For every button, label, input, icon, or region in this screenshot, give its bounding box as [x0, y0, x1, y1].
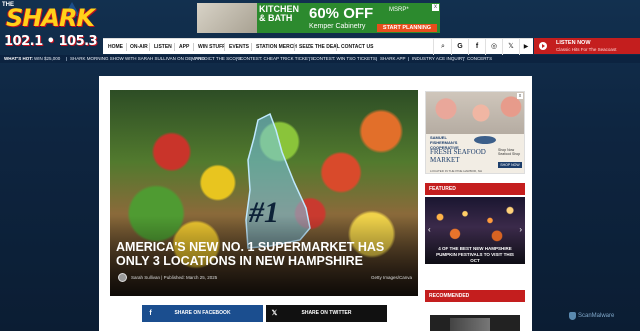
nav-events[interactable]: EVENTS [229, 39, 249, 55]
article-byline: Sarah Sullivan | Published: March 25, 20… [131, 275, 218, 280]
ad-kitchen-image [197, 3, 257, 33]
whats-hot-divider [408, 57, 409, 61]
nav-station-merch[interactable]: STATION MERCH [256, 39, 297, 55]
ad-shop-text: Shop Now Seafood Shop [498, 148, 521, 156]
ad-close-icon[interactable]: x [517, 93, 523, 99]
listen-now-title: LISTEN NOW [556, 40, 591, 46]
whats-hot-item[interactable]: INDUSTRY ACE INQUIRY [412, 55, 465, 63]
recommended-heading-label: RECOMMENDED [429, 293, 470, 299]
scanmalware-label: ScanMalware [578, 313, 615, 319]
logo-frequency: 102.1 • 105.3 [4, 34, 98, 49]
share-twitter-button[interactable]: 𝕏 SHARE ON TWITTER [266, 305, 387, 322]
whats-hot-item[interactable]: SHARK APP [380, 55, 406, 63]
x-twitter-icon[interactable]: 𝕏 [506, 42, 516, 52]
share-facebook-button[interactable]: f SHARE ON FACEBOOK [142, 305, 263, 322]
icon-divider [468, 39, 469, 55]
featured-heading: FEATURED [425, 183, 525, 195]
icon-divider [485, 39, 486, 55]
recommended-card-image [450, 318, 490, 331]
carousel-next-icon[interactable]: › [519, 225, 522, 234]
whats-hot-item[interactable]: SHARK MORNING SHOW WITH SARAH SULLIVAN O… [70, 55, 205, 63]
nav-seize-the-deal[interactable]: SEIZE THE DEAL [299, 39, 340, 55]
site-header: THE SHARK 102.1 • 105.3 KITCHEN & BATH 6… [0, 0, 640, 55]
search-icon[interactable]: ⌕ [438, 42, 448, 52]
ad-start-planning-button[interactable]: START PLANNING [377, 24, 437, 32]
image-credit: Getty Images/Canva [370, 275, 412, 280]
nav-divider [126, 43, 127, 51]
ad-msrp: MSRP* [389, 7, 409, 13]
facebook-icon[interactable]: f [472, 42, 482, 52]
google-icon[interactable]: G [455, 42, 465, 52]
author-avatar [118, 273, 127, 282]
instagram-icon[interactable]: ◎ [489, 42, 499, 52]
nav-home[interactable]: HOME [108, 39, 123, 55]
nav-divider [336, 43, 337, 51]
icon-divider [519, 39, 520, 55]
nav-listen[interactable]: LISTEN [154, 39, 172, 55]
featured-heading-label: FEATURED [429, 186, 456, 192]
article-title[interactable]: America's New No. 1 Supermarket Has Only… [116, 240, 412, 268]
whats-hot-divider [376, 57, 377, 61]
scanmalware-watermark: ScanMalware [569, 312, 615, 320]
nav-win-stuff[interactable]: WIN STUFF [198, 39, 225, 55]
listen-now-subtitle: Classic Hits For The Seacoast [556, 47, 617, 52]
nav-divider [294, 43, 295, 51]
ad-line-2: & BATH [259, 13, 293, 23]
nav-divider [224, 43, 225, 51]
ad-lobster-image [426, 92, 524, 134]
nav-divider [174, 43, 175, 51]
ad-headline: KITCHEN & BATH [259, 5, 303, 23]
icon-divider [451, 39, 452, 55]
ad-shop-now-button[interactable]: SHOP NOW [498, 162, 522, 168]
play-icon [539, 42, 547, 50]
ad-close-icon[interactable]: x [432, 4, 439, 11]
ad-company: Kemper Cabinetry [309, 23, 366, 30]
whats-hot-divider [463, 57, 464, 61]
recommended-card[interactable] [430, 315, 520, 331]
whats-hot-item[interactable]: CONTEST: CHEAP TRICK TICKETS [240, 55, 314, 63]
listen-now-button[interactable]: LISTEN NOW Classic Hits For The Seacoast [534, 38, 640, 54]
whats-hot-divider [66, 57, 67, 61]
featured-card[interactable]: ‹ › 4 Of The Best New Hampshire Pumpkin … [425, 197, 525, 264]
icon-divider [502, 39, 503, 55]
icon-divider [433, 39, 434, 55]
nav-app[interactable]: APP [179, 39, 189, 55]
recommended-heading: RECOMMENDED [425, 290, 525, 302]
sidebar-ad[interactable]: SAMUEL FISHERMAN'S COOPERATIVE FRESH SEA… [425, 91, 525, 174]
nav-divider [193, 43, 194, 51]
fish-icon [474, 136, 496, 144]
whats-hot-item[interactable]: WIN $25,000 [34, 55, 60, 63]
site-logo[interactable]: THE SHARK 102.1 • 105.3 [2, 2, 100, 54]
logo-name: SHARK [6, 4, 95, 32]
whats-hot-item[interactable]: CONTEST: WIN TSO TICKETS [313, 55, 376, 63]
whats-hot-divider [191, 57, 192, 61]
share-twitter-label: SHARE ON TWITTER [301, 310, 352, 316]
whats-hot-bar: WHAT'S HOT: WIN $25,000 SHARK MORNING SH… [0, 55, 640, 63]
whats-hot-divider [309, 57, 310, 61]
featured-card-title[interactable]: 4 Of The Best New Hampshire Pumpkin Fest… [431, 246, 519, 264]
nav-contact-us[interactable]: CONTACT US [341, 39, 373, 55]
shield-icon [569, 312, 576, 320]
nav-on-air[interactable]: ON-AIR [130, 39, 148, 55]
whats-hot-divider [236, 57, 237, 61]
whats-hot-item[interactable]: CONCERTS [467, 55, 492, 63]
carousel-prev-icon[interactable]: ‹ [428, 225, 431, 234]
main-nav: HOME ON-AIR LISTEN APP WIN STUFF EVENTS … [103, 38, 533, 55]
whats-hot-label: WHAT'S HOT: [4, 56, 33, 61]
ad-footer: LOCATED IN THE PINE HARBOR, NH [430, 169, 483, 173]
youtube-icon[interactable]: ▶ [521, 42, 531, 52]
ad-title: FRESH SEAFOOD MARKET [430, 148, 486, 164]
ad-offer: 60% OFF [309, 5, 374, 22]
article-hero[interactable]: #1 America's New No. 1 Supermarket Has O… [110, 90, 418, 296]
nav-divider [251, 43, 252, 51]
nav-divider [149, 43, 150, 51]
top-banner-ad[interactable]: KITCHEN & BATH 60% OFF MSRP* Kemper Cabi… [197, 3, 440, 33]
main-content: #1 America's New No. 1 Supermarket Has O… [99, 76, 532, 331]
share-facebook-label: SHARE ON FACEBOOK [174, 310, 231, 316]
